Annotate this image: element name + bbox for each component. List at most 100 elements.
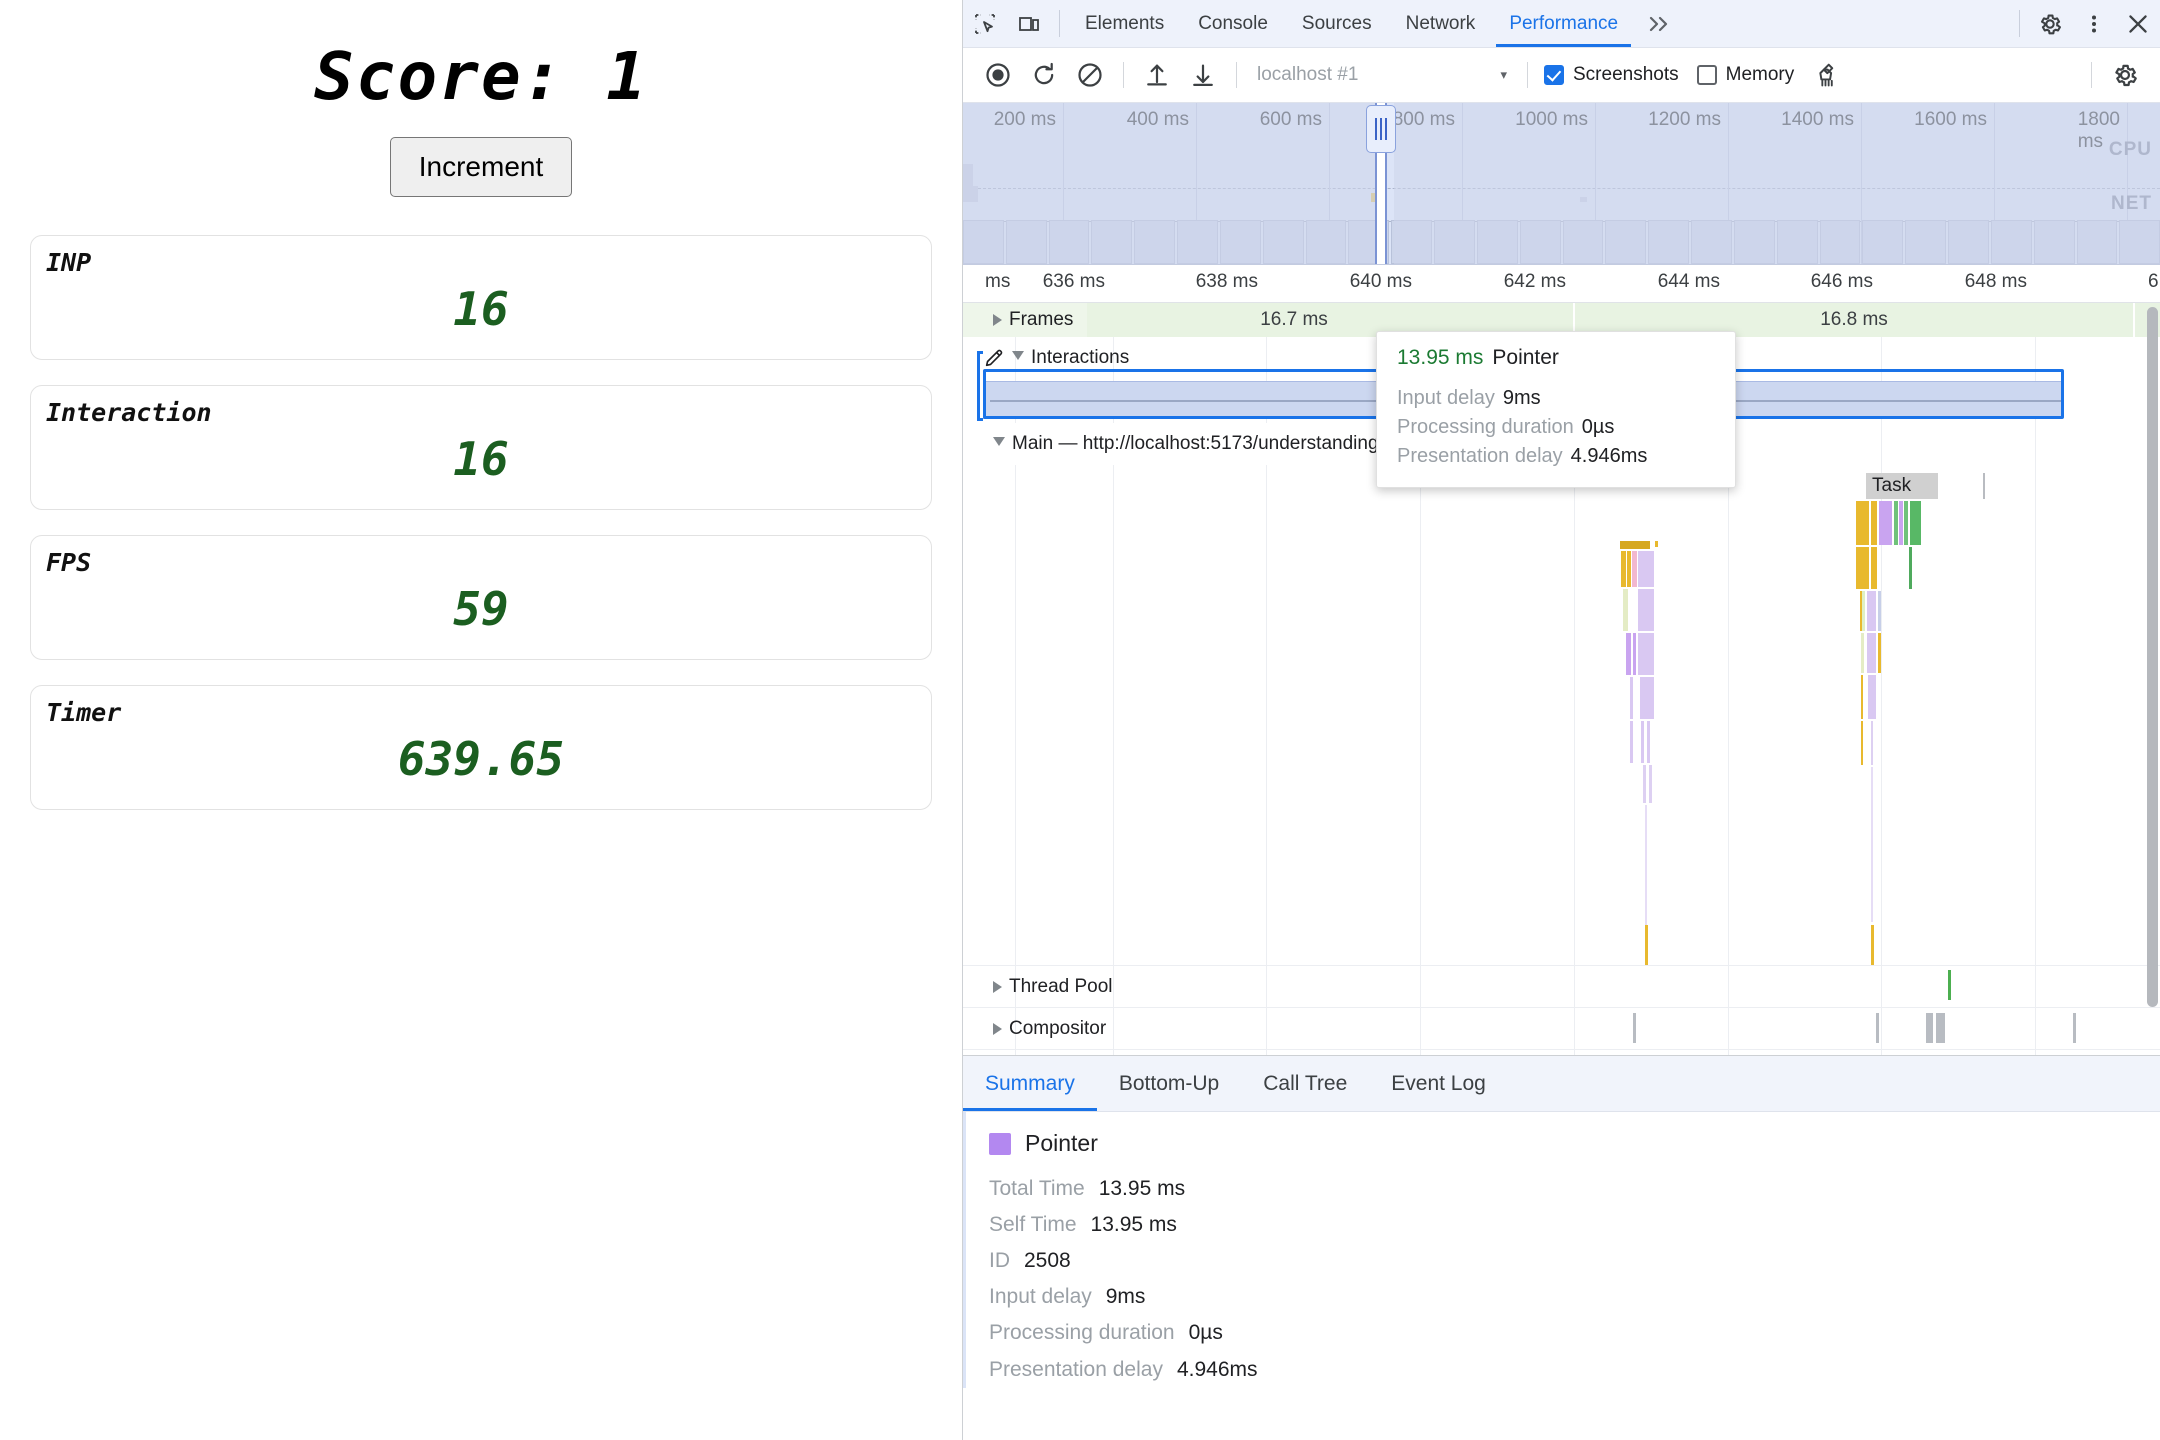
- gear-icon[interactable]: [2028, 0, 2072, 47]
- flame-bar[interactable]: [1856, 501, 1869, 545]
- tab-summary[interactable]: Summary: [963, 1056, 1097, 1111]
- flame-bar[interactable]: [1643, 765, 1646, 803]
- close-icon[interactable]: [2116, 0, 2160, 47]
- flame-bar[interactable]: [1871, 925, 1874, 965]
- flame-bar[interactable]: [1867, 633, 1876, 673]
- flame-bar[interactable]: [1948, 970, 1951, 1000]
- memory-label: Memory: [1725, 64, 1795, 85]
- tab-performance[interactable]: Performance: [1492, 0, 1635, 47]
- flame-bar[interactable]: [1630, 677, 1633, 719]
- flame-bar[interactable]: [1868, 675, 1876, 719]
- flame-bar[interactable]: [1878, 633, 1881, 673]
- more-tabs-icon[interactable]: [1635, 0, 1685, 47]
- flame-bar[interactable]: [1904, 501, 1908, 545]
- track-header-thread-pool[interactable]: Thread Pool: [963, 966, 1113, 1007]
- track-header-main[interactable]: Main — http://localhost:5173/understandi…: [963, 423, 1424, 465]
- flame-bar[interactable]: [1861, 675, 1863, 719]
- flame-bar[interactable]: [1655, 541, 1658, 547]
- flame-bar[interactable]: [1638, 633, 1654, 675]
- flame-bar[interactable]: [1645, 805, 1647, 925]
- flame-bar[interactable]: [1861, 721, 1863, 765]
- flame-bar[interactable]: [1641, 721, 1644, 763]
- track-header-childio[interactable]: Chrome_ChildIOThread: [963, 1050, 1211, 1055]
- tab-event-log[interactable]: Event Log: [1369, 1056, 1508, 1111]
- flame-bar[interactable]: [1871, 547, 1877, 589]
- flame-bar[interactable]: [1936, 1013, 1945, 1043]
- edit-track-pencil-icon[interactable]: [983, 347, 1005, 369]
- chevron-right-icon: [993, 980, 1002, 993]
- flame-bar[interactable]: [1876, 1013, 1879, 1043]
- main-thread-flame-bars[interactable]: Task: [963, 473, 2160, 965]
- flame-bar[interactable]: [1856, 547, 1869, 589]
- flame-chart-scrollbar[interactable]: [2147, 307, 2158, 1007]
- save-profile-button[interactable]: [1180, 52, 1226, 98]
- flame-bar[interactable]: [1860, 591, 1862, 631]
- tab-network[interactable]: Network: [1389, 0, 1493, 47]
- flame-bar[interactable]: [1620, 541, 1650, 549]
- flame-bar[interactable]: [1894, 501, 1898, 545]
- flame-bar[interactable]: [1871, 721, 1873, 765]
- inspect-element-icon[interactable]: [963, 0, 1007, 47]
- record-and-reload-button[interactable]: [1021, 52, 1067, 98]
- track-thread-pool[interactable]: Thread Pool: [963, 965, 2160, 1007]
- task-block[interactable]: Task: [1866, 473, 1938, 499]
- flame-bar[interactable]: [1638, 589, 1654, 631]
- flame-bar[interactable]: [1626, 633, 1631, 675]
- flame-bar[interactable]: [1621, 551, 1626, 587]
- flame-bar[interactable]: [1878, 591, 1881, 631]
- overview-selection-handle[interactable]: [1366, 105, 1396, 153]
- track-compositor[interactable]: Compositor: [963, 1007, 2160, 1049]
- track-header-compositor[interactable]: Compositor: [963, 1008, 1106, 1049]
- screenshots-label: Screenshots: [1573, 64, 1679, 85]
- screenshots-checkbox[interactable]: Screenshots: [1544, 64, 1679, 86]
- tab-call-tree[interactable]: Call Tree: [1241, 1056, 1369, 1111]
- flame-bar[interactable]: [1926, 1013, 1933, 1043]
- timeline-overview[interactable]: 200 ms 400 ms 600 ms 800 ms 1000 ms 1200…: [963, 103, 2160, 265]
- clear-recording-button[interactable]: [1067, 52, 1113, 98]
- flame-bar[interactable]: [1867, 591, 1876, 631]
- more-options-icon[interactable]: [2072, 0, 2116, 47]
- tab-elements[interactable]: Elements: [1068, 0, 1181, 47]
- increment-button[interactable]: Increment: [389, 137, 573, 197]
- flame-bar[interactable]: [1879, 501, 1892, 545]
- tab-console[interactable]: Console: [1181, 0, 1285, 47]
- record-button[interactable]: [975, 52, 1021, 98]
- flame-bar[interactable]: [1645, 925, 1648, 965]
- track-chrome-childiothread[interactable]: Chrome_ChildIOThread: [963, 1049, 2160, 1055]
- recording-selector-dropdown[interactable]: localhost #1 ▾: [1247, 56, 1517, 94]
- load-profile-button[interactable]: [1134, 52, 1180, 98]
- ruler-tick-label: 640 ms: [1349, 271, 1412, 292]
- tab-bottom-up[interactable]: Bottom-Up: [1097, 1056, 1241, 1111]
- track-header-frames[interactable]: Frames: [963, 303, 1088, 337]
- toolbar-divider-3: [1527, 62, 1528, 88]
- ruler-tick-label: 648 ms: [1964, 271, 2027, 292]
- memory-checkbox[interactable]: Memory: [1696, 64, 1795, 86]
- flame-bar[interactable]: [1623, 589, 1628, 631]
- collect-garbage-icon[interactable]: [1804, 52, 1850, 98]
- track-header-interactions[interactable]: Interactions: [963, 337, 1129, 379]
- flame-bar[interactable]: [1861, 633, 1864, 673]
- flame-bar[interactable]: [1640, 677, 1654, 719]
- summary-event-header: Pointer: [989, 1130, 2134, 1157]
- flame-chart-region[interactable]: 16.7 ms 16.8 ms Frames Interactions Main…: [963, 303, 2160, 1055]
- flame-bar[interactable]: [1633, 1013, 1636, 1043]
- metric-card-fps: FPS 59: [30, 534, 932, 660]
- flame-bar[interactable]: [1871, 501, 1877, 545]
- flame-bar[interactable]: [1649, 765, 1652, 803]
- chevron-right-icon: [993, 314, 1002, 326]
- flame-bar[interactable]: [1910, 501, 1921, 545]
- flame-bar[interactable]: [1871, 767, 1873, 922]
- flame-bar[interactable]: [1899, 501, 1903, 545]
- flame-bar[interactable]: [1632, 551, 1637, 587]
- flame-bar[interactable]: [2073, 1013, 2076, 1043]
- flame-bar[interactable]: [1647, 721, 1650, 763]
- capture-settings-gear-icon[interactable]: [2102, 52, 2148, 98]
- flame-bar[interactable]: [1983, 473, 1985, 499]
- tab-sources[interactable]: Sources: [1285, 0, 1389, 47]
- flame-bar[interactable]: [1909, 547, 1912, 589]
- flame-bar[interactable]: [1633, 633, 1636, 675]
- device-toolbar-icon[interactable]: [1007, 0, 1051, 47]
- flame-bar[interactable]: [1627, 551, 1631, 587]
- flame-bar[interactable]: [1630, 721, 1633, 763]
- flame-bar[interactable]: [1638, 551, 1654, 587]
